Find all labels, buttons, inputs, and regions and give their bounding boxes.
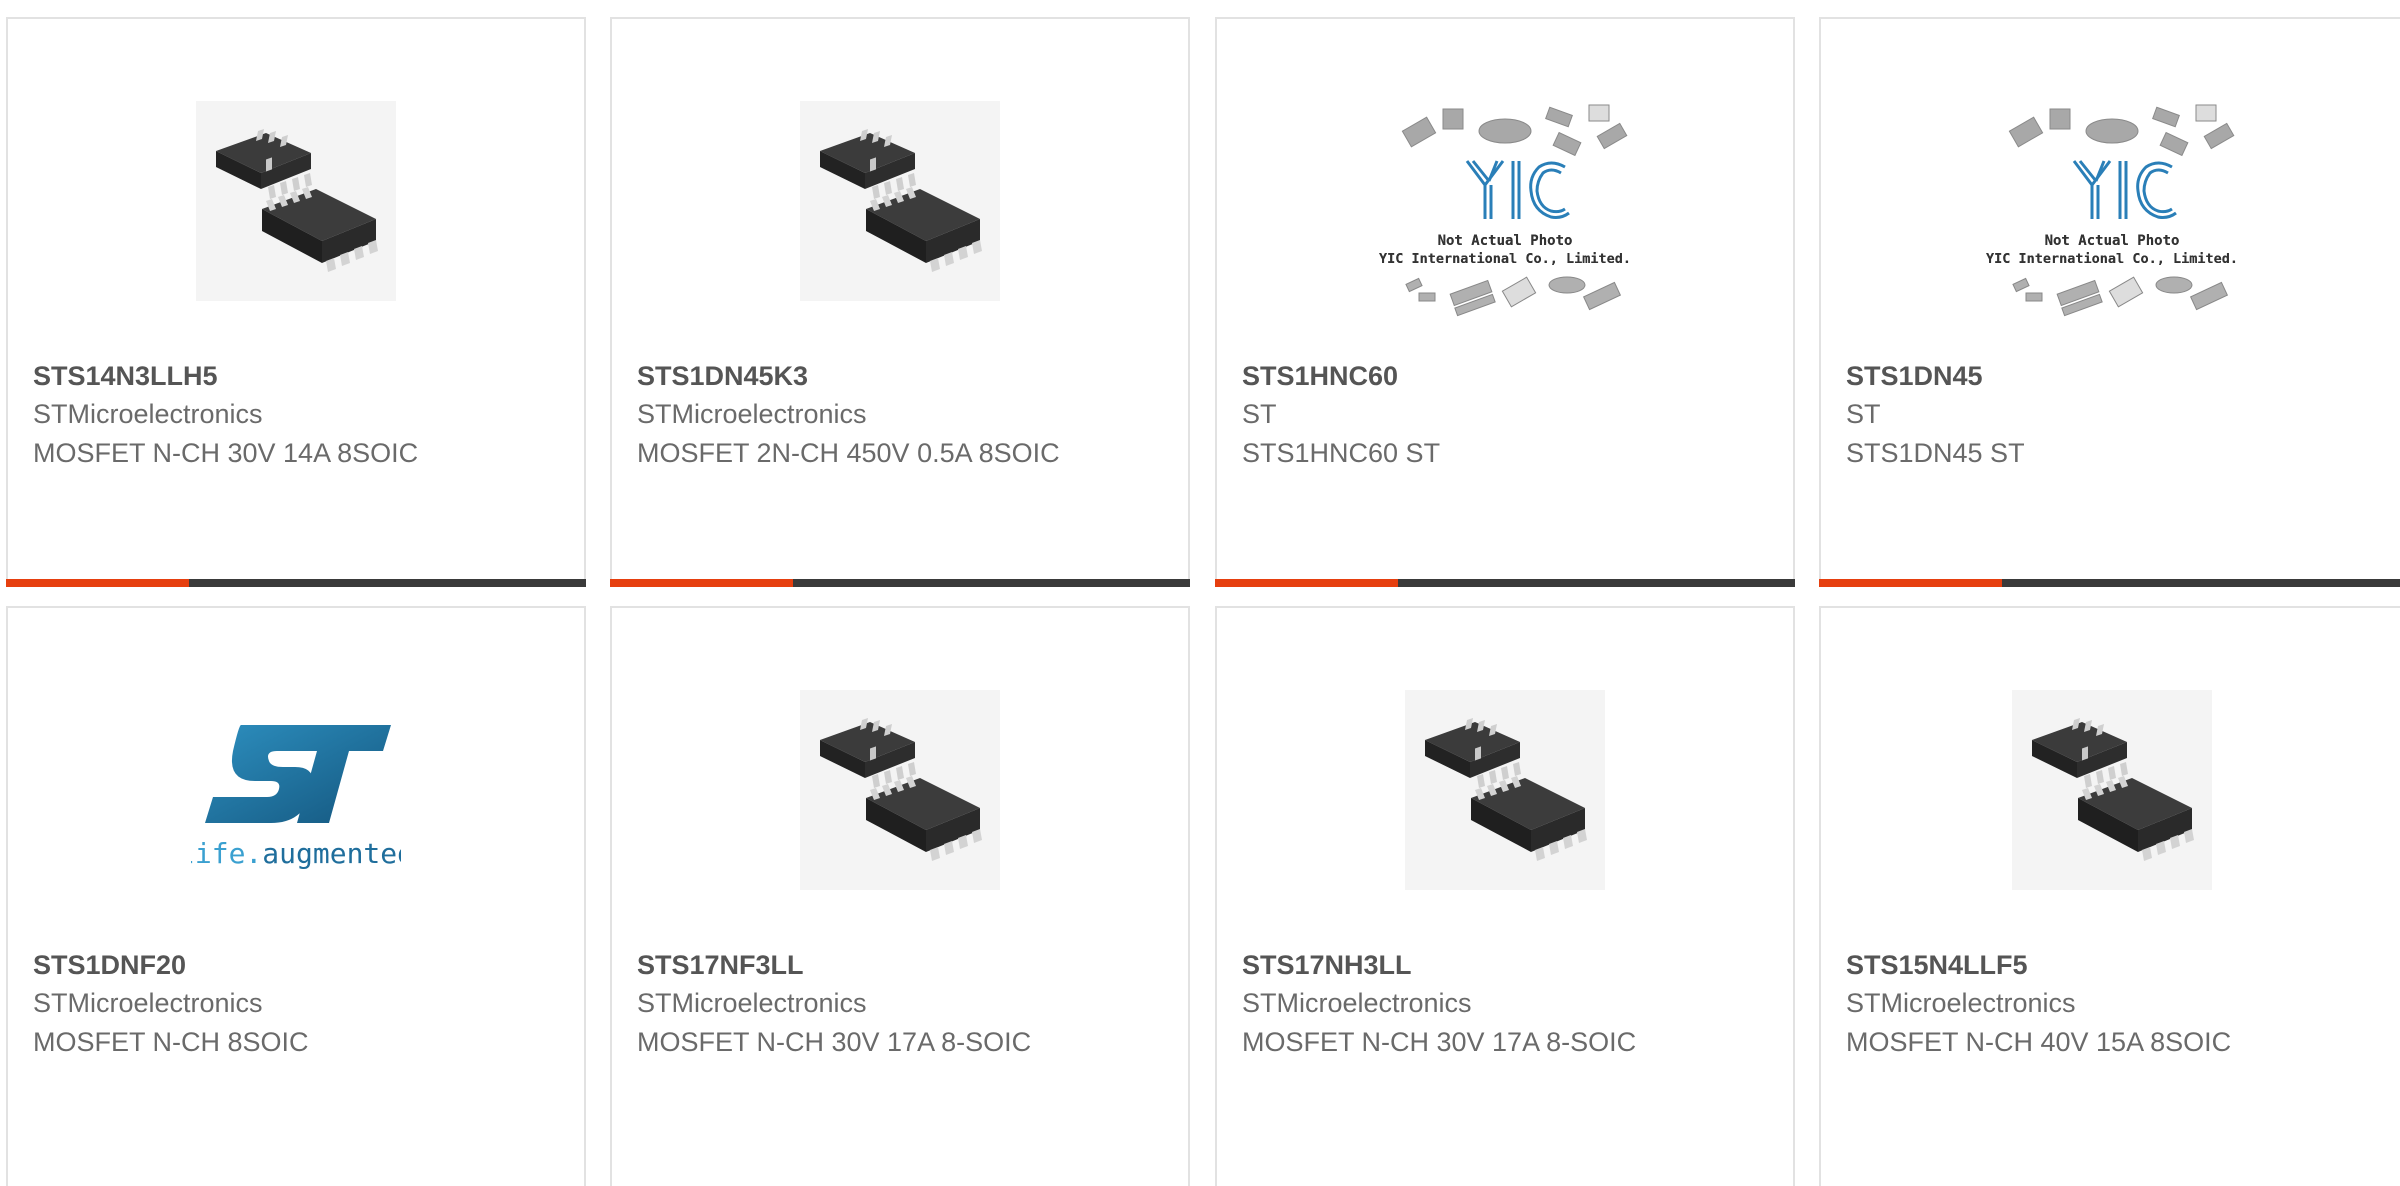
st-logo-image: life.augmented	[191, 725, 401, 870]
product-image[interactable]: Not Actual Photo YIC International Co., …	[1217, 81, 1793, 321]
product-card[interactable]: Not Actual Photo YIC International Co., …	[1819, 17, 2400, 587]
product-description: MOSFET N-CH 30V 17A 8-SOIC	[637, 1027, 1032, 1057]
product-manufacturer: STMicroelectronics	[1242, 988, 1472, 1018]
soic8-chip-image	[1405, 690, 1605, 890]
product-description: MOSFET N-CH 8SOIC	[33, 1027, 309, 1057]
product-description: STS1DN45 ST	[1846, 438, 2025, 468]
product-manufacturer: STMicroelectronics	[637, 988, 867, 1018]
card-bottom-bar	[6, 579, 586, 587]
soic8-chip-image	[800, 101, 1000, 301]
product-part-number[interactable]: STS1DN45	[1846, 361, 1983, 392]
product-description: STS1HNC60 ST	[1242, 438, 1441, 468]
product-card[interactable]: STS14N3LLH5 STMicroelectronics MOSFET N-…	[6, 17, 586, 587]
st-tagline-suffix: augmented	[262, 837, 401, 870]
product-manufacturer: STMicroelectronics	[1846, 988, 2076, 1018]
product-image[interactable]	[612, 81, 1188, 321]
placeholder-line1: Not Actual Photo	[1438, 233, 1573, 249]
product-image[interactable]: life.augmented	[8, 670, 584, 910]
product-description: MOSFET N-CH 30V 14A 8SOIC	[33, 438, 419, 468]
card-bottom-bar	[1215, 579, 1795, 587]
soic8-chip-image	[800, 690, 1000, 890]
product-image[interactable]	[1217, 670, 1793, 910]
product-description: MOSFET N-CH 40V 15A 8SOIC	[1846, 1027, 2232, 1057]
product-card[interactable]: STS17NF3LL STMicroelectronics MOSFET N-C…	[610, 606, 1190, 1186]
st-logo-tagline: life.augmented	[191, 837, 401, 870]
product-image[interactable]	[612, 670, 1188, 910]
product-card[interactable]: Not Actual Photo YIC International Co., …	[1215, 17, 1795, 587]
soic8-chip-image	[2011, 690, 2212, 890]
product-part-number[interactable]: STS1DN45K3	[637, 361, 808, 392]
yic-placeholder-image: Not Actual Photo YIC International Co., …	[1375, 81, 1635, 321]
product-image[interactable]	[1821, 670, 2400, 910]
product-part-number[interactable]: STS1HNC60	[1242, 361, 1398, 392]
product-part-number[interactable]: STS15N4LLF5	[1846, 950, 2028, 981]
st-tagline-prefix: life.	[191, 837, 262, 870]
product-manufacturer: STMicroelectronics	[33, 988, 263, 1018]
product-image[interactable]: Not Actual Photo YIC International Co., …	[1821, 81, 2400, 321]
product-part-number[interactable]: STS1DNF20	[33, 950, 186, 981]
card-bottom-bar	[1819, 579, 2400, 587]
product-manufacturer: STMicroelectronics	[637, 399, 867, 429]
product-manufacturer: STMicroelectronics	[33, 399, 263, 429]
product-part-number[interactable]: STS14N3LLH5	[33, 361, 218, 392]
placeholder-line2: YIC International Co., Limited.	[1379, 251, 1631, 267]
card-bar-accent	[6, 579, 189, 587]
product-card[interactable]: life.augmented STS1DNF20 STMicroelectron…	[6, 606, 586, 1186]
product-manufacturer: ST	[1846, 399, 1881, 429]
card-bar-accent	[1215, 579, 1398, 587]
product-part-number[interactable]: STS17NF3LL	[637, 950, 804, 981]
product-image[interactable]	[8, 81, 584, 321]
product-manufacturer: ST	[1242, 399, 1277, 429]
product-description: MOSFET 2N-CH 450V 0.5A 8SOIC	[637, 438, 1060, 468]
product-card[interactable]: STS15N4LLF5 STMicroelectronics MOSFET N-…	[1819, 606, 2400, 1186]
yic-placeholder-image: Not Actual Photo YIC International Co., …	[1982, 81, 2242, 321]
product-part-number[interactable]: STS17NH3LL	[1242, 950, 1412, 981]
placeholder-line2: YIC International Co., Limited.	[1986, 251, 2238, 267]
product-description: MOSFET N-CH 30V 17A 8-SOIC	[1242, 1027, 1637, 1057]
soic8-chip-image	[196, 101, 396, 301]
product-card[interactable]: STS17NH3LL STMicroelectronics MOSFET N-C…	[1215, 606, 1795, 1186]
placeholder-line1: Not Actual Photo	[2044, 233, 2179, 249]
product-grid: STS14N3LLH5 STMicroelectronics MOSFET N-…	[0, 0, 2400, 1186]
product-card[interactable]: STS1DN45K3 STMicroelectronics MOSFET 2N-…	[610, 17, 1190, 587]
card-bar-accent	[610, 579, 793, 587]
card-bottom-bar	[610, 579, 1190, 587]
card-bar-accent	[1819, 579, 2002, 587]
